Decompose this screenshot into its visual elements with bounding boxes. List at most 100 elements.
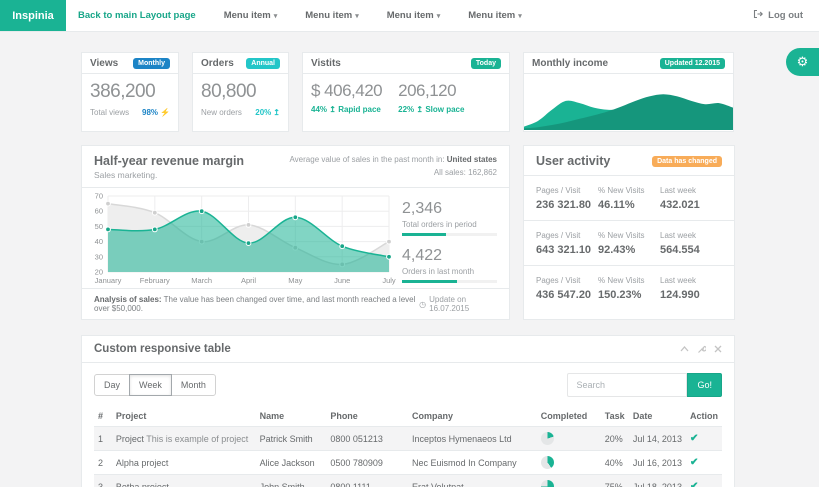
table-row[interactable]: 2 Alpha project Alice Jackson 0500 78090… [94, 451, 722, 475]
column-header[interactable]: Company [408, 406, 537, 427]
views-card: Views Monthly 386,200 Total views 98%⚡ [81, 52, 179, 132]
logout-label: Log out [768, 10, 803, 21]
brand-logo[interactable]: Inspinia [0, 0, 66, 31]
filter-month[interactable]: Month [171, 374, 216, 396]
row-number: 1 [94, 427, 112, 451]
monthly-income-chart [524, 74, 733, 130]
update-date: Update on 16.07.2015 [429, 295, 497, 313]
visits-title: Vistits [311, 58, 341, 69]
level-up-icon: ↥ [329, 105, 336, 114]
visits-delta-1: 44% [311, 105, 327, 114]
svg-text:May: May [288, 276, 302, 285]
back-to-layout-link[interactable]: Back to main Layout page [78, 10, 196, 21]
chevron-down-icon: ▾ [518, 12, 522, 20]
dashboard-screen: Inspinia Back to main Layout page Menu i… [0, 0, 819, 487]
search-input[interactable] [567, 373, 687, 397]
orders-delta: 20% [255, 108, 271, 117]
column-header[interactable]: Phone [326, 406, 408, 427]
name-cell: Alice Jackson [256, 451, 327, 475]
orders-value: 80,800 [201, 81, 280, 103]
data-changed-badge: Data has changed [652, 156, 722, 167]
filter-week[interactable]: Week [129, 374, 172, 396]
check-icon[interactable]: ✔ [690, 457, 698, 468]
activity-col-value: 643 321.10 [536, 244, 598, 256]
revenue-chart: 203040506070JanuaryFebruaryMarchAprilMay… [92, 192, 392, 288]
column-header[interactable]: Completed [537, 406, 601, 427]
svg-text:March: March [191, 276, 212, 285]
check-icon[interactable]: ✔ [690, 481, 698, 487]
menu-item-label: Menu item [224, 10, 271, 21]
chevron-down-icon: ▾ [437, 12, 441, 20]
column-header[interactable]: Task [601, 406, 629, 427]
level-up-icon: ↥ [273, 108, 280, 117]
analysis-label: Analysis of sales: [94, 295, 162, 304]
gears-icon: ⚙ [797, 54, 809, 70]
activity-row: Pages / Visit436 547.20% New Visits150.2… [524, 266, 734, 310]
annual-badge: Annual [246, 58, 280, 69]
activity-row: Pages / Visit643 321.10% New Visits92.43… [524, 221, 734, 266]
nav-menu-item[interactable]: Menu item▾ [224, 10, 278, 21]
orders-label: New orders [201, 108, 242, 117]
date-cell: Jul 14, 2013 [629, 427, 686, 451]
menu-item-label: Menu item [468, 10, 515, 21]
table-row[interactable]: 1 Project This is example of project Pat… [94, 427, 722, 451]
project-cell: Alpha project [112, 451, 256, 475]
row-number: 2 [94, 451, 112, 475]
column-header[interactable]: Action [686, 406, 722, 427]
table-panel-title: Custom responsive table [94, 343, 231, 355]
filter-day[interactable]: Day [94, 374, 130, 396]
task-cell: 40% [601, 451, 629, 475]
date-cell: Jul 18, 2013 [629, 475, 686, 487]
visits-label-1: Rapid pace [338, 105, 381, 114]
nav-menu-item[interactable]: Menu item▾ [305, 10, 359, 21]
phone-cell: 0800 1111 [326, 475, 408, 487]
all-sales-text: All sales: 162,862 [289, 167, 497, 180]
company-cell: Nec Euismod In Company [408, 451, 537, 475]
name-cell: John Smith [256, 475, 327, 487]
user-activity-panel: User activity Data has changed Pages / V… [523, 145, 735, 320]
user-activity-title: User activity [536, 154, 610, 168]
activity-col-value: 236 321.80 [536, 199, 598, 211]
row-number: 3 [94, 475, 112, 487]
completed-pie-icon [541, 456, 554, 469]
logout-button[interactable]: Log out [753, 0, 819, 31]
nav-menu-item[interactable]: Menu item▾ [387, 10, 441, 21]
nav-menu-item[interactable]: Menu item▾ [468, 10, 522, 21]
panels-row: Half-year revenue margin Sales marketing… [81, 145, 735, 320]
completed-pie-icon [541, 480, 554, 487]
column-header[interactable]: # [94, 406, 112, 427]
theme-settings-button[interactable]: ⚙ [786, 48, 819, 76]
column-header[interactable]: Project [112, 406, 256, 427]
column-header[interactable]: Date [629, 406, 686, 427]
activity-col-value: 436 547.20 [536, 289, 598, 301]
visits-value-2: 206,120 [398, 81, 464, 101]
collapse-icon[interactable] [680, 345, 689, 353]
project-cell: Betha project [112, 475, 256, 487]
svg-text:30: 30 [95, 252, 103, 261]
column-header[interactable]: Name [256, 406, 327, 427]
views-title: Views [90, 58, 118, 69]
close-icon[interactable] [714, 345, 722, 353]
date-cell: Jul 16, 2013 [629, 451, 686, 475]
activity-col-label: Pages / Visit [536, 186, 598, 195]
name-cell: Patrick Smith [256, 427, 327, 451]
monthly-income-card: Monthly income Updated 12.2015 [523, 52, 734, 132]
main-content: Views Monthly 386,200 Total views 98%⚡ O… [0, 32, 819, 487]
income-title: Monthly income [532, 58, 608, 69]
revenue-subtitle: Sales marketing. [94, 170, 244, 180]
search-go-button[interactable]: Go! [687, 373, 722, 397]
svg-text:February: February [140, 276, 170, 285]
bolt-icon: ⚡ [160, 108, 170, 117]
clock-icon: ◷ [419, 300, 426, 309]
avg-sales-text: Average value of sales in the past month… [289, 155, 446, 164]
orders-card: Orders Annual 80,800 New orders 20%↥ [192, 52, 289, 132]
activity-col-label: % New Visits [598, 231, 660, 240]
activity-col-label: Last week [660, 276, 722, 285]
activity-col-label: Pages / Visit [536, 276, 598, 285]
updated-badge: Updated 12.2015 [660, 58, 725, 69]
wrench-icon[interactable] [697, 345, 706, 354]
table-row[interactable]: 3 Betha project John Smith 0800 1111 Era… [94, 475, 722, 487]
nav-links: Back to main Layout page Menu item▾Menu … [66, 0, 522, 31]
check-icon[interactable]: ✔ [690, 433, 698, 444]
custom-table-panel: Custom responsive table DayWeekMonth Go! [81, 335, 735, 487]
